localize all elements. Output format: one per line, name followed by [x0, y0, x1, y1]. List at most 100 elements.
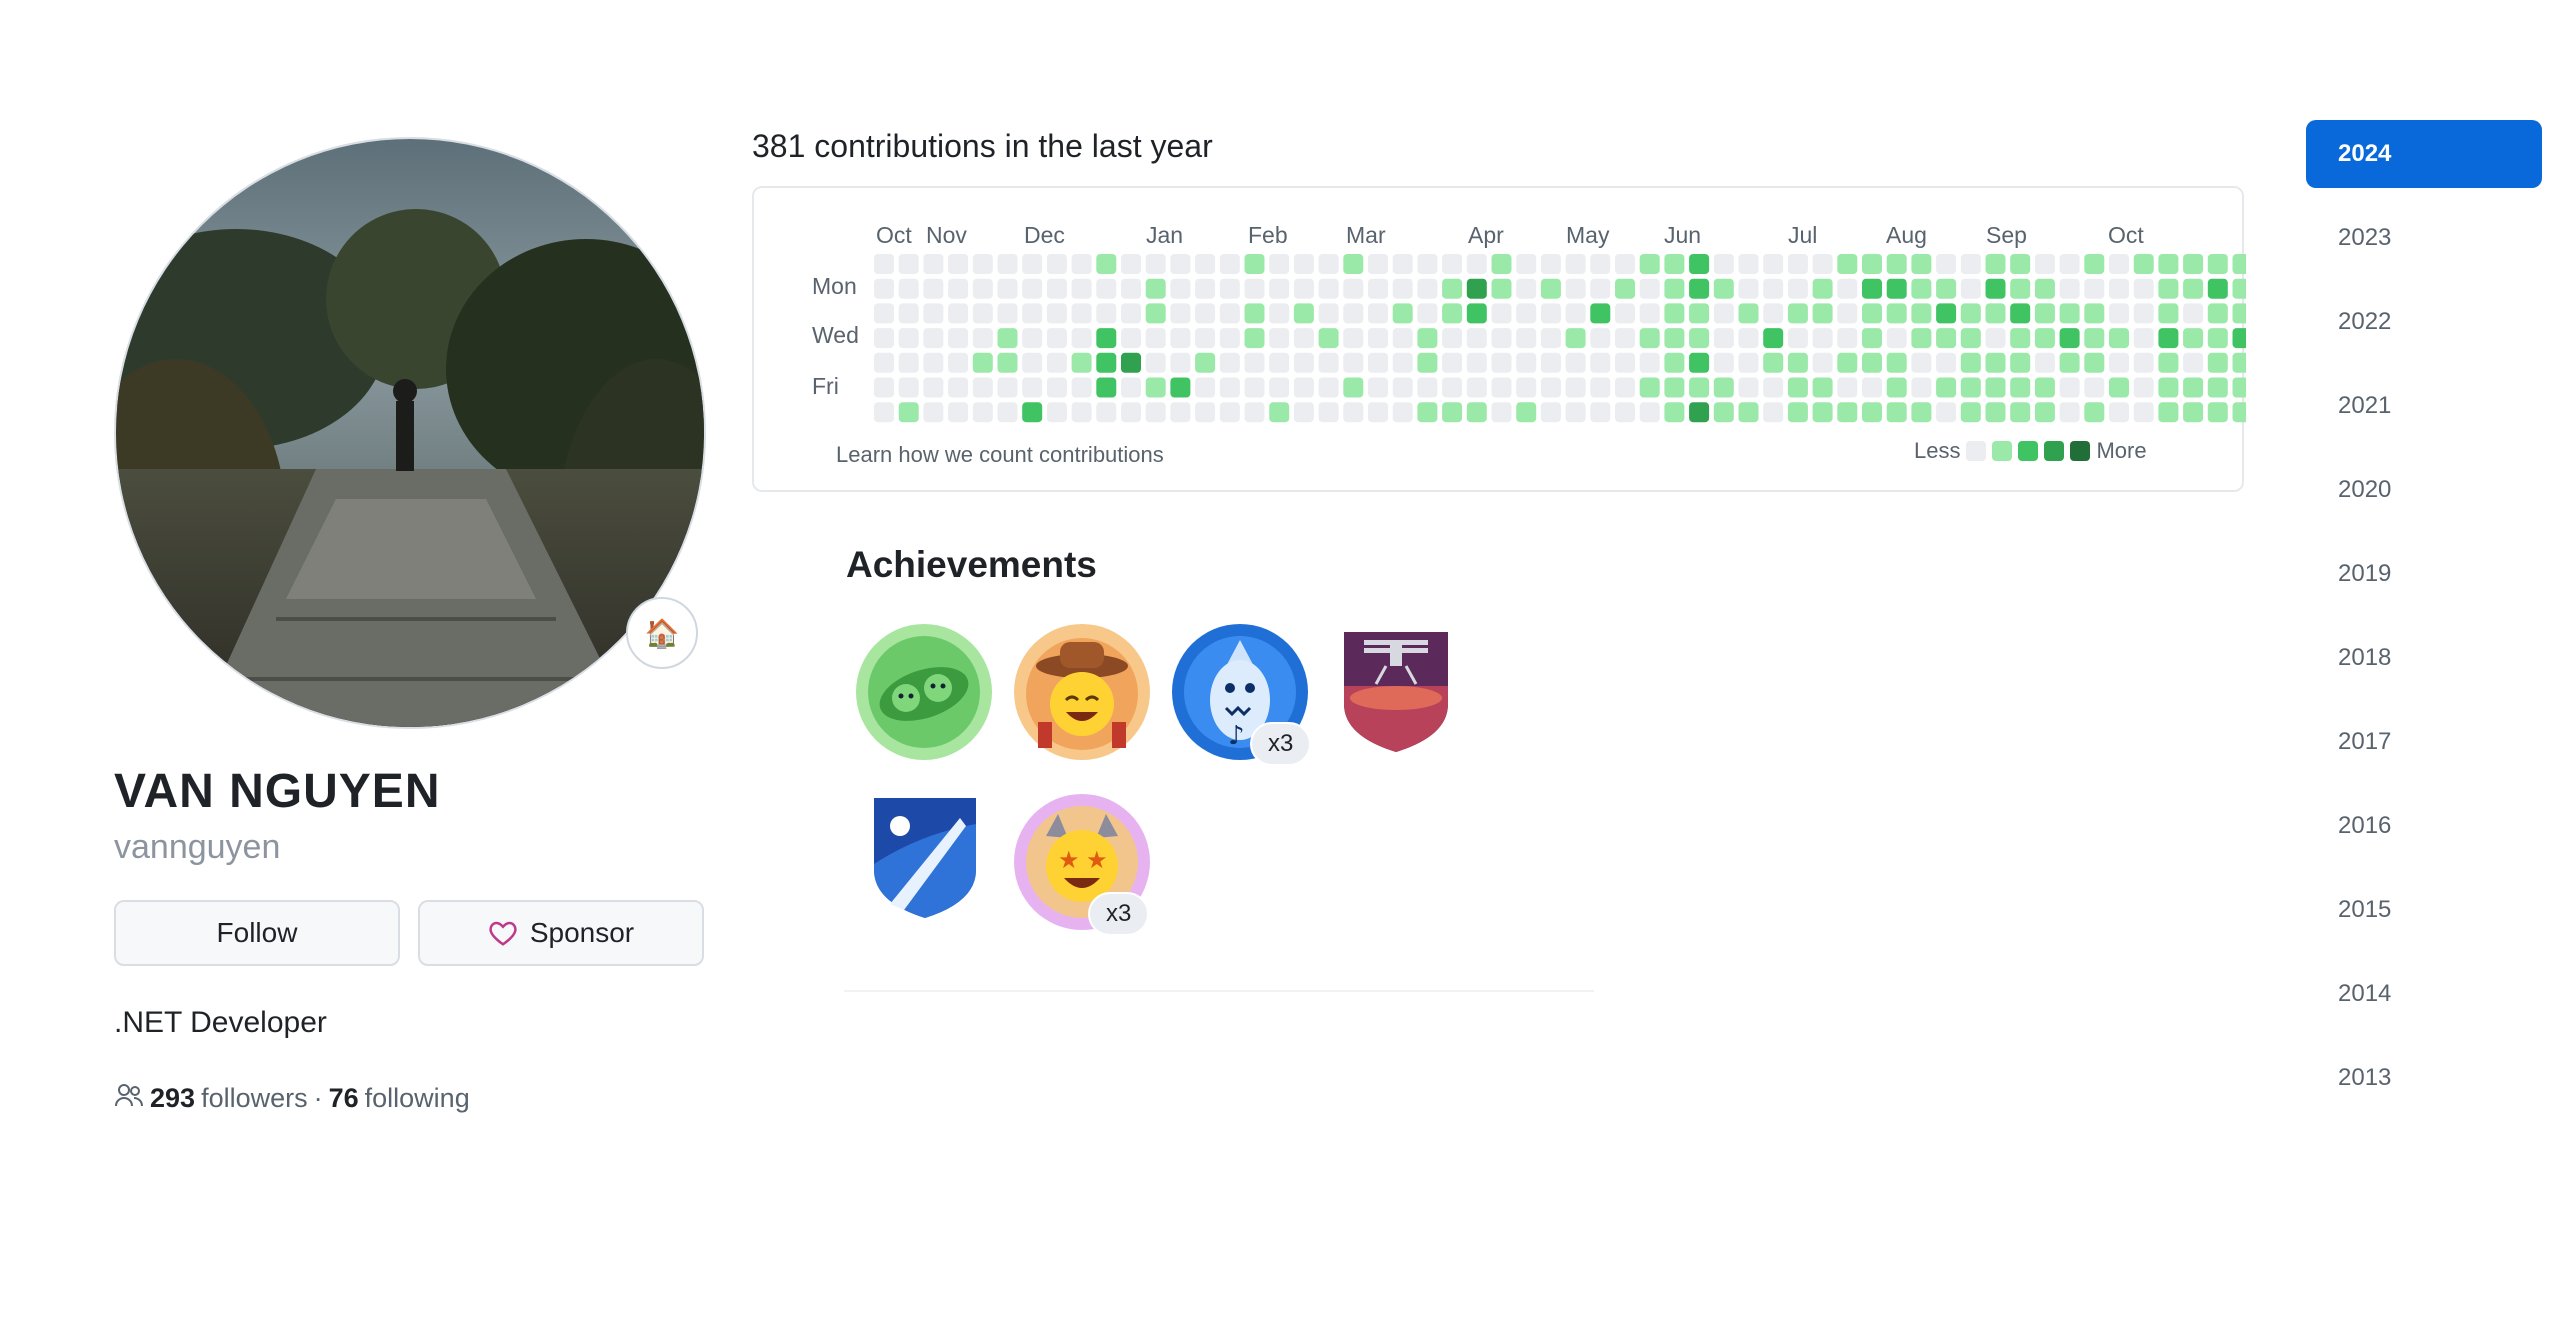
contribution-day[interactable]: [874, 278, 894, 299]
contribution-day[interactable]: [1837, 352, 1858, 373]
contribution-day[interactable]: [997, 303, 1018, 324]
contribution-day[interactable]: [1096, 278, 1117, 299]
contribution-day[interactable]: [1886, 377, 1907, 398]
contribution-day[interactable]: [1837, 328, 1858, 349]
contribution-day[interactable]: [2207, 377, 2228, 398]
contribution-day[interactable]: [1046, 328, 1067, 349]
contribution-day[interactable]: [1886, 352, 1907, 373]
contribution-day[interactable]: [2207, 402, 2228, 423]
contribution-day[interactable]: [1960, 328, 1981, 349]
contribution-day[interactable]: [1812, 352, 1833, 373]
year-link-2013[interactable]: 2013: [2306, 1044, 2542, 1112]
contribution-day[interactable]: [1960, 402, 1981, 423]
contribution-day[interactable]: [1936, 278, 1957, 299]
contribution-day[interactable]: [2084, 328, 2105, 349]
contribution-day[interactable]: [1466, 352, 1487, 373]
contribution-day[interactable]: [1837, 402, 1858, 423]
contribution-day[interactable]: [1664, 352, 1685, 373]
contribution-day[interactable]: [1096, 254, 1117, 274]
contribution-day[interactable]: [2183, 278, 2204, 299]
contribution-day[interactable]: [1911, 278, 1932, 299]
contribution-day[interactable]: [2183, 303, 2204, 324]
contribution-day[interactable]: [2010, 278, 2031, 299]
status-button[interactable]: 🏠: [626, 597, 698, 669]
contribution-day[interactable]: [2084, 278, 2105, 299]
contribution-day[interactable]: [1392, 352, 1413, 373]
contribution-day[interactable]: [1244, 254, 1265, 274]
contribution-day[interactable]: [948, 402, 969, 423]
contribution-day[interactable]: [1442, 278, 1463, 299]
contribution-day[interactable]: [2207, 303, 2228, 324]
contribution-day[interactable]: [2084, 352, 2105, 373]
contribution-day[interactable]: [874, 402, 894, 423]
contribution-day[interactable]: [2133, 352, 2154, 373]
contribution-day[interactable]: [1417, 328, 1438, 349]
contribution-day[interactable]: [1417, 278, 1438, 299]
contribution-day[interactable]: [2158, 303, 2179, 324]
contribution-day[interactable]: [1862, 328, 1882, 349]
contribution-day[interactable]: [1763, 352, 1784, 373]
contribution-day[interactable]: [923, 278, 944, 299]
contribution-day[interactable]: [1318, 278, 1339, 299]
contribution-day[interactable]: [1540, 402, 1561, 423]
contribution-day[interactable]: [1491, 278, 1512, 299]
contribution-day[interactable]: [2133, 278, 2154, 299]
contribution-day[interactable]: [1540, 328, 1561, 349]
contribution-day[interactable]: [1071, 352, 1092, 373]
contribution-day[interactable]: [1343, 278, 1364, 299]
contribution-day[interactable]: [874, 352, 894, 373]
contribution-day[interactable]: [923, 402, 944, 423]
contribution-day[interactable]: [1145, 402, 1166, 423]
contribution-day[interactable]: [1269, 278, 1290, 299]
contribution-day[interactable]: [2109, 352, 2129, 373]
contribution-day[interactable]: [1837, 254, 1858, 274]
contribution-day[interactable]: [1713, 278, 1734, 299]
contribution-day[interactable]: [2232, 303, 2247, 324]
contribution-day[interactable]: [1071, 303, 1092, 324]
contribution-day[interactable]: [1121, 254, 1141, 274]
contribution-day[interactable]: [1046, 278, 1067, 299]
contribution-day[interactable]: [1318, 254, 1339, 274]
contribution-day[interactable]: [1713, 328, 1734, 349]
contribution-day[interactable]: [2109, 303, 2129, 324]
contribution-day[interactable]: [898, 402, 919, 423]
contribution-day[interactable]: [1170, 278, 1191, 299]
contribution-day[interactable]: [1664, 328, 1685, 349]
contribution-day[interactable]: [1219, 402, 1240, 423]
contribution-day[interactable]: [1121, 303, 1141, 324]
contribution-day[interactable]: [1565, 303, 1586, 324]
contribution-day[interactable]: [2034, 278, 2055, 299]
contribution-day[interactable]: [1219, 303, 1240, 324]
contribution-day[interactable]: [1516, 402, 1537, 423]
contribution-day[interactable]: [1615, 402, 1635, 423]
contribution-day[interactable]: [1071, 254, 1092, 274]
contribution-day[interactable]: [1664, 303, 1685, 324]
followers-count[interactable]: 293: [150, 1083, 195, 1114]
contribution-day[interactable]: [1565, 352, 1586, 373]
contribution-day[interactable]: [2010, 328, 2031, 349]
contribution-day[interactable]: [997, 328, 1018, 349]
contribution-day[interactable]: [2059, 377, 2080, 398]
contribution-day[interactable]: [898, 328, 919, 349]
contribution-day[interactable]: [1738, 328, 1759, 349]
contribution-day[interactable]: [1763, 402, 1784, 423]
contribution-day[interactable]: [1985, 278, 2006, 299]
contribution-day[interactable]: [1219, 352, 1240, 373]
contribution-day[interactable]: [1886, 303, 1907, 324]
yolo-badge[interactable]: [1012, 622, 1152, 767]
contribution-day[interactable]: [1985, 328, 2006, 349]
contribution-day[interactable]: [1343, 402, 1364, 423]
contribution-day[interactable]: [1787, 377, 1808, 398]
learn-contributions-link[interactable]: Learn how we count contributions: [836, 442, 1164, 468]
arctic-code-vault-badge[interactable]: [870, 794, 980, 927]
year-link-2014[interactable]: 2014: [2306, 960, 2542, 1028]
contribution-day[interactable]: [874, 377, 894, 398]
contribution-day[interactable]: [2059, 352, 2080, 373]
contribution-day[interactable]: [2109, 402, 2129, 423]
contribution-day[interactable]: [1590, 328, 1611, 349]
contribution-day[interactable]: [1837, 278, 1858, 299]
contribution-day[interactable]: [1121, 377, 1141, 398]
contribution-day[interactable]: [1540, 254, 1561, 274]
contribution-day[interactable]: [1170, 352, 1191, 373]
contribution-day[interactable]: [874, 328, 894, 349]
